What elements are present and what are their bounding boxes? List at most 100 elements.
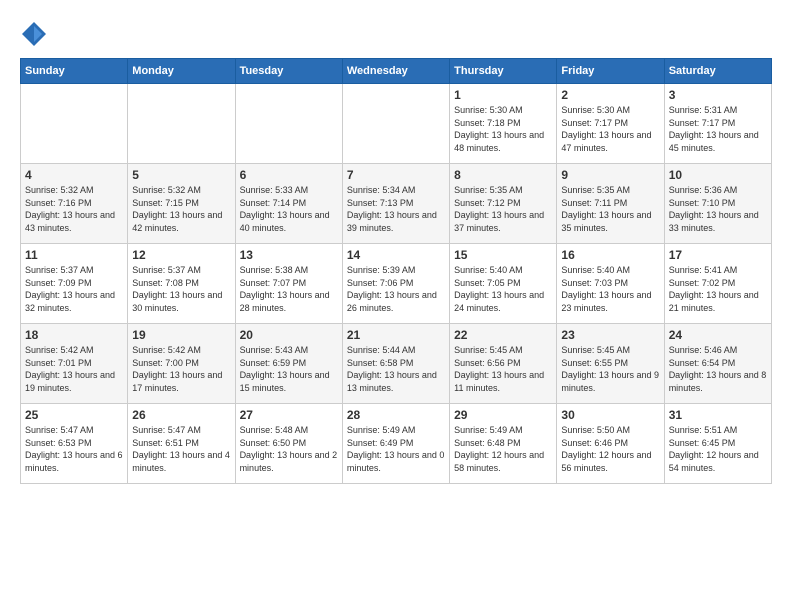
day-number: 28: [347, 408, 445, 422]
day-cell: 22 Sunrise: 5:45 AM Sunset: 6:56 PM Dayli…: [450, 324, 557, 404]
week-row-2: 4 Sunrise: 5:32 AM Sunset: 7:16 PM Daylig…: [21, 164, 772, 244]
weekday-header-sunday: Sunday: [21, 59, 128, 84]
day-cell: 8 Sunrise: 5:35 AM Sunset: 7:12 PM Daylig…: [450, 164, 557, 244]
day-detail: Sunrise: 5:35 AM Sunset: 7:12 PM Dayligh…: [454, 184, 552, 234]
day-cell: 28 Sunrise: 5:49 AM Sunset: 6:49 PM Dayli…: [342, 404, 449, 484]
weekday-header-thursday: Thursday: [450, 59, 557, 84]
day-cell: 7 Sunrise: 5:34 AM Sunset: 7:13 PM Daylig…: [342, 164, 449, 244]
day-detail: Sunrise: 5:34 AM Sunset: 7:13 PM Dayligh…: [347, 184, 445, 234]
weekday-header-tuesday: Tuesday: [235, 59, 342, 84]
week-row-5: 25 Sunrise: 5:47 AM Sunset: 6:53 PM Dayli…: [21, 404, 772, 484]
weekday-header-friday: Friday: [557, 59, 664, 84]
day-cell: 1 Sunrise: 5:30 AM Sunset: 7:18 PM Daylig…: [450, 84, 557, 164]
week-row-4: 18 Sunrise: 5:42 AM Sunset: 7:01 PM Dayli…: [21, 324, 772, 404]
day-number: 24: [669, 328, 767, 342]
day-cell: 9 Sunrise: 5:35 AM Sunset: 7:11 PM Daylig…: [557, 164, 664, 244]
day-cell: 13 Sunrise: 5:38 AM Sunset: 7:07 PM Dayli…: [235, 244, 342, 324]
day-detail: Sunrise: 5:36 AM Sunset: 7:10 PM Dayligh…: [669, 184, 767, 234]
day-detail: Sunrise: 5:48 AM Sunset: 6:50 PM Dayligh…: [240, 424, 338, 474]
day-cell: 10 Sunrise: 5:36 AM Sunset: 7:10 PM Dayli…: [664, 164, 771, 244]
day-cell: 20 Sunrise: 5:43 AM Sunset: 6:59 PM Dayli…: [235, 324, 342, 404]
day-number: 14: [347, 248, 445, 262]
day-cell: 21Sunrise: 5:44 AM Sunset: 6:58 PM Dayli…: [342, 324, 449, 404]
day-number: 2: [561, 88, 659, 102]
day-number: 9: [561, 168, 659, 182]
day-cell: 5 Sunrise: 5:32 AM Sunset: 7:15 PM Daylig…: [128, 164, 235, 244]
week-row-3: 11Sunrise: 5:37 AM Sunset: 7:09 PM Dayli…: [21, 244, 772, 324]
day-number: 17: [669, 248, 767, 262]
day-detail: Sunrise: 5:42 AM Sunset: 7:01 PM Dayligh…: [25, 344, 123, 394]
day-detail: Sunrise: 5:45 AM Sunset: 6:55 PM Dayligh…: [561, 344, 659, 394]
day-cell: 3Sunrise: 5:31 AM Sunset: 7:17 PM Daylig…: [664, 84, 771, 164]
day-cell: 24 Sunrise: 5:46 AM Sunset: 6:54 PM Dayli…: [664, 324, 771, 404]
day-cell: 11Sunrise: 5:37 AM Sunset: 7:09 PM Dayli…: [21, 244, 128, 324]
day-number: 13: [240, 248, 338, 262]
day-detail: Sunrise: 5:38 AM Sunset: 7:07 PM Dayligh…: [240, 264, 338, 314]
weekday-header-saturday: Saturday: [664, 59, 771, 84]
day-detail: Sunrise: 5:33 AM Sunset: 7:14 PM Dayligh…: [240, 184, 338, 234]
day-number: 1: [454, 88, 552, 102]
day-detail: Sunrise: 5:32 AM Sunset: 7:16 PM Dayligh…: [25, 184, 123, 234]
day-cell: 23 Sunrise: 5:45 AM Sunset: 6:55 PM Dayli…: [557, 324, 664, 404]
day-detail: Sunrise: 5:43 AM Sunset: 6:59 PM Dayligh…: [240, 344, 338, 394]
day-detail: Sunrise: 5:44 AM Sunset: 6:58 PM Dayligh…: [347, 344, 445, 394]
day-number: 6: [240, 168, 338, 182]
day-number: 22: [454, 328, 552, 342]
day-number: 27: [240, 408, 338, 422]
header: [20, 20, 772, 48]
day-number: 30: [561, 408, 659, 422]
day-detail: Sunrise: 5:30 AM Sunset: 7:18 PM Dayligh…: [454, 104, 552, 154]
day-detail: Sunrise: 5:37 AM Sunset: 7:08 PM Dayligh…: [132, 264, 230, 314]
day-cell: 19 Sunrise: 5:42 AM Sunset: 7:00 PM Dayli…: [128, 324, 235, 404]
day-number: 7: [347, 168, 445, 182]
calendar-header: SundayMondayTuesdayWednesdayThursdayFrid…: [21, 59, 772, 84]
day-number: 8: [454, 168, 552, 182]
day-number: 5: [132, 168, 230, 182]
day-number: 29: [454, 408, 552, 422]
weekday-header-monday: Monday: [128, 59, 235, 84]
day-cell: 15 Sunrise: 5:40 AM Sunset: 7:05 PM Dayli…: [450, 244, 557, 324]
day-number: 19: [132, 328, 230, 342]
day-detail: Sunrise: 5:39 AM Sunset: 7:06 PM Dayligh…: [347, 264, 445, 314]
day-number: 18: [25, 328, 123, 342]
day-cell: 26Sunrise: 5:47 AM Sunset: 6:51 PM Dayli…: [128, 404, 235, 484]
day-cell: 17 Sunrise: 5:41 AM Sunset: 7:02 PM Dayli…: [664, 244, 771, 324]
day-number: 25: [25, 408, 123, 422]
day-number: 23: [561, 328, 659, 342]
day-detail: Sunrise: 5:51 AM Sunset: 6:45 PM Dayligh…: [669, 424, 767, 474]
day-detail: Sunrise: 5:49 AM Sunset: 6:49 PM Dayligh…: [347, 424, 445, 474]
day-detail: Sunrise: 5:45 AM Sunset: 6:56 PM Dayligh…: [454, 344, 552, 394]
day-number: 20: [240, 328, 338, 342]
day-cell: 18 Sunrise: 5:42 AM Sunset: 7:01 PM Dayli…: [21, 324, 128, 404]
day-number: 15: [454, 248, 552, 262]
day-cell: 14 Sunrise: 5:39 AM Sunset: 7:06 PM Dayli…: [342, 244, 449, 324]
day-cell: [235, 84, 342, 164]
day-number: 4: [25, 168, 123, 182]
week-row-1: 1 Sunrise: 5:30 AM Sunset: 7:18 PM Daylig…: [21, 84, 772, 164]
day-cell: 31Sunrise: 5:51 AM Sunset: 6:45 PM Dayli…: [664, 404, 771, 484]
day-detail: Sunrise: 5:41 AM Sunset: 7:02 PM Dayligh…: [669, 264, 767, 314]
logo: [20, 20, 52, 48]
day-cell: 27 Sunrise: 5:48 AM Sunset: 6:50 PM Dayli…: [235, 404, 342, 484]
day-detail: Sunrise: 5:42 AM Sunset: 7:00 PM Dayligh…: [132, 344, 230, 394]
day-detail: Sunrise: 5:47 AM Sunset: 6:53 PM Dayligh…: [25, 424, 123, 474]
day-detail: Sunrise: 5:32 AM Sunset: 7:15 PM Dayligh…: [132, 184, 230, 234]
day-number: 10: [669, 168, 767, 182]
weekday-header-row: SundayMondayTuesdayWednesdayThursdayFrid…: [21, 59, 772, 84]
day-detail: Sunrise: 5:50 AM Sunset: 6:46 PM Dayligh…: [561, 424, 659, 474]
calendar-body: 1 Sunrise: 5:30 AM Sunset: 7:18 PM Daylig…: [21, 84, 772, 484]
day-cell: 30 Sunrise: 5:50 AM Sunset: 6:46 PM Dayli…: [557, 404, 664, 484]
calendar-table: SundayMondayTuesdayWednesdayThursdayFrid…: [20, 58, 772, 484]
day-detail: Sunrise: 5:46 AM Sunset: 6:54 PM Dayligh…: [669, 344, 767, 394]
day-detail: Sunrise: 5:40 AM Sunset: 7:05 PM Dayligh…: [454, 264, 552, 314]
day-detail: Sunrise: 5:35 AM Sunset: 7:11 PM Dayligh…: [561, 184, 659, 234]
day-cell: 2 Sunrise: 5:30 AM Sunset: 7:17 PM Daylig…: [557, 84, 664, 164]
day-number: 16: [561, 248, 659, 262]
day-cell: 6 Sunrise: 5:33 AM Sunset: 7:14 PM Daylig…: [235, 164, 342, 244]
day-cell: 4 Sunrise: 5:32 AM Sunset: 7:16 PM Daylig…: [21, 164, 128, 244]
day-cell: [342, 84, 449, 164]
day-number: 12: [132, 248, 230, 262]
day-detail: Sunrise: 5:30 AM Sunset: 7:17 PM Dayligh…: [561, 104, 659, 154]
day-detail: Sunrise: 5:31 AM Sunset: 7:17 PM Dayligh…: [669, 104, 767, 154]
weekday-header-wednesday: Wednesday: [342, 59, 449, 84]
